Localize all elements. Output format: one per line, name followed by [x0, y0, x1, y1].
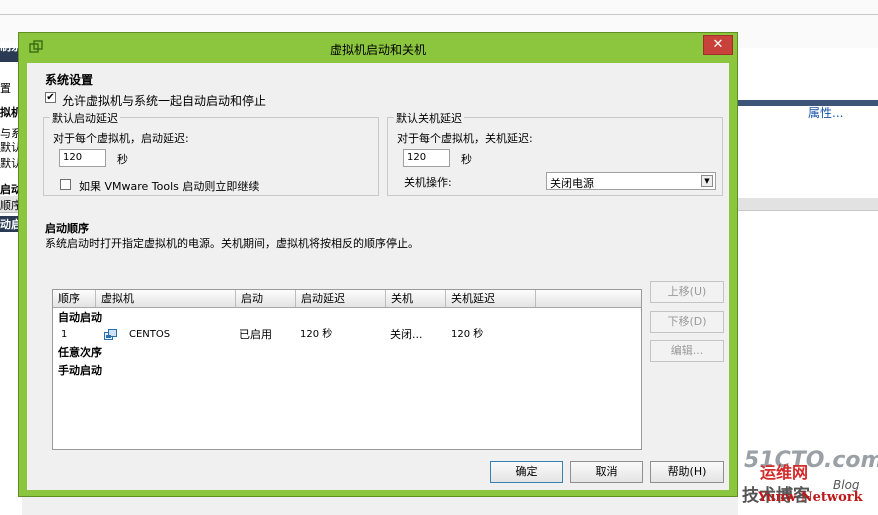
startup-order-description: 系统启动时打开指定虚拟机的电源。关机期间，虚拟机将按相反的顺序停止。: [45, 237, 419, 250]
dialog-client-area: 系统设置 ✔ 允许虚拟机与系统一起自动启动和停止 默认启动延迟 对于每个虚拟机，…: [27, 63, 729, 490]
cell-shutdown: 关闭...: [390, 328, 423, 341]
ok-button[interactable]: 确定: [490, 461, 563, 483]
group-row-manual[interactable]: 手动启动: [53, 363, 641, 379]
default-startup-delay-group: 默认启动延迟 对于每个虚拟机，启动延迟: 120 秒 如果 VMware Too…: [43, 110, 379, 196]
chevron-down-icon[interactable]: ▼: [701, 175, 713, 187]
shutdown-action-value: 关闭电源: [550, 177, 594, 190]
cell-shutdown-delay: 120 秒: [451, 329, 484, 340]
cell-order: 1: [61, 329, 68, 340]
shutdown-delay-unit: 秒: [461, 153, 472, 166]
col-startup-delay[interactable]: 启动延迟: [296, 290, 386, 307]
cell-startup-delay: 120 秒: [300, 329, 333, 340]
shutdown-delay-label: 对于每个虚拟机，关机延迟:: [397, 132, 533, 145]
startup-delay-input[interactable]: 120: [59, 149, 106, 167]
group-row-auto[interactable]: 自动启动: [53, 310, 641, 326]
group-row-any[interactable]: 任意次序: [53, 345, 641, 361]
bg-left-text-3: 拟机: [0, 106, 20, 119]
shutdown-delay-input[interactable]: 120: [403, 149, 450, 167]
group-label-manual: 手动启动: [58, 364, 102, 377]
shutdown-action-label: 关机操作:: [404, 176, 452, 189]
col-shutdown-delay[interactable]: 关机延迟: [446, 290, 536, 307]
cell-startup: 已启用: [239, 328, 272, 341]
watermark-network: Yunw Network: [758, 490, 863, 505]
dialog-titlebar[interactable]: 虚拟机启动和关机 ✕: [19, 33, 737, 63]
startup-order-table: 顺序 虚拟机 启动 启动延迟 关机 关机延迟 自动启动 1 CENTOS 已启用…: [52, 289, 642, 450]
allow-autostart-checkbox[interactable]: ✔: [45, 92, 56, 103]
group-label-auto: 自动启动: [58, 311, 102, 324]
vm-startup-shutdown-dialog: 虚拟机启动和关机 ✕ 系统设置 ✔ 允许虚拟机与系统一起自动启动和停止 默认启动…: [18, 32, 738, 497]
col-vm[interactable]: 虚拟机: [96, 290, 236, 307]
allow-autostart-label[interactable]: 允许虚拟机与系统一起自动启动和停止: [62, 92, 266, 109]
table-row[interactable]: 1 CENTOS 已启用 120 秒 关闭... 120 秒: [53, 327, 641, 343]
move-down-button[interactable]: 下移(D): [650, 311, 724, 333]
tools-continue-checkbox[interactable]: [60, 179, 71, 190]
col-order[interactable]: 顺序: [53, 290, 96, 307]
vm-icon: [104, 329, 117, 341]
tools-continue-label[interactable]: 如果 VMware Tools 启动则立即继续: [79, 178, 259, 194]
table-header: 顺序 虚拟机 启动 启动延迟 关机 关机延迟: [53, 290, 641, 308]
cancel-button[interactable]: 取消: [570, 461, 643, 483]
help-button[interactable]: 帮助(H): [650, 461, 724, 483]
bg-left-text-8: 顺序: [0, 199, 20, 212]
startup-delay-unit: 秒: [117, 153, 128, 166]
col-startup[interactable]: 启动: [236, 290, 296, 307]
startup-order-heading: 启动顺序: [45, 222, 89, 235]
bg-left-text-1: 制余: [0, 40, 20, 53]
bg-left-text-6: 默认: [0, 157, 20, 170]
startup-delay-label: 对于每个虚拟机，启动延迟:: [53, 132, 189, 145]
properties-link[interactable]: 属性...: [808, 104, 843, 121]
edit-button[interactable]: 编辑...: [650, 340, 724, 362]
default-shutdown-delay-group: 默认关机延迟 对于每个虚拟机，关机延迟: 120 秒 关机操作: 关闭电源 ▼: [387, 110, 723, 196]
background-right-panel: 属性... 51CTO.com 运维网 技术博客 Blog Yunw Netwo…: [738, 48, 878, 515]
close-button[interactable]: ✕: [703, 35, 733, 55]
shutdown-delay-heading: 默认关机延迟: [394, 110, 464, 126]
shutdown-action-select[interactable]: 关闭电源 ▼: [546, 172, 716, 190]
dialog-title: 虚拟机启动和关机: [329, 43, 426, 57]
watermark-cn-top: 运维网: [760, 463, 809, 482]
col-shutdown[interactable]: 关机: [386, 290, 446, 307]
bg-left-text-7: 启动: [0, 183, 20, 196]
group-label-any: 任意次序: [58, 346, 102, 359]
startup-delay-heading: 默认启动延迟: [50, 110, 120, 126]
move-up-button[interactable]: 上移(U): [650, 281, 724, 303]
system-settings-heading: 系统设置: [45, 73, 94, 87]
cell-vm: CENTOS: [129, 329, 171, 340]
bg-left-text-5: 默认: [0, 141, 20, 154]
bg-left-text-2: 置: [0, 82, 11, 95]
